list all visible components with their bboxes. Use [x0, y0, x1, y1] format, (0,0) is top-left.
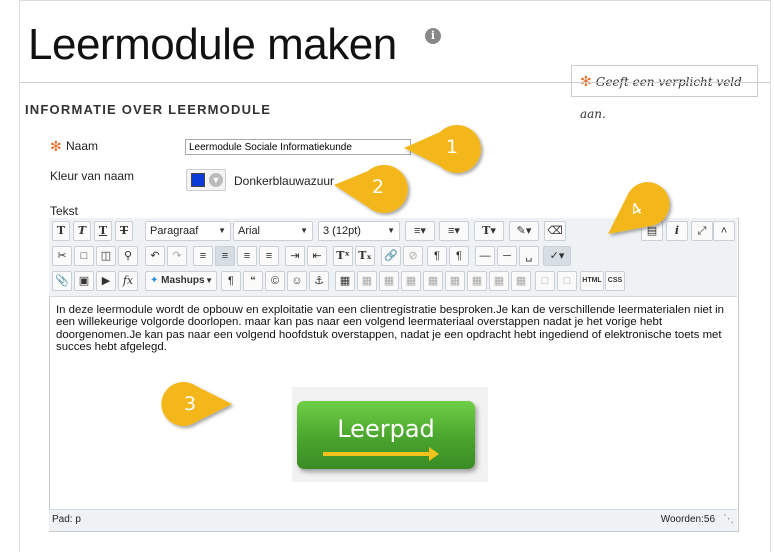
callout-layer — [161, 125, 670, 427]
callout-1-number: 1 — [446, 136, 459, 158]
callout-2 — [334, 165, 408, 213]
callout-3 — [161, 382, 232, 427]
callout-2-number: 2 — [372, 176, 385, 198]
callout-3-number: 3 — [184, 393, 197, 415]
callout-1 — [404, 125, 481, 173]
